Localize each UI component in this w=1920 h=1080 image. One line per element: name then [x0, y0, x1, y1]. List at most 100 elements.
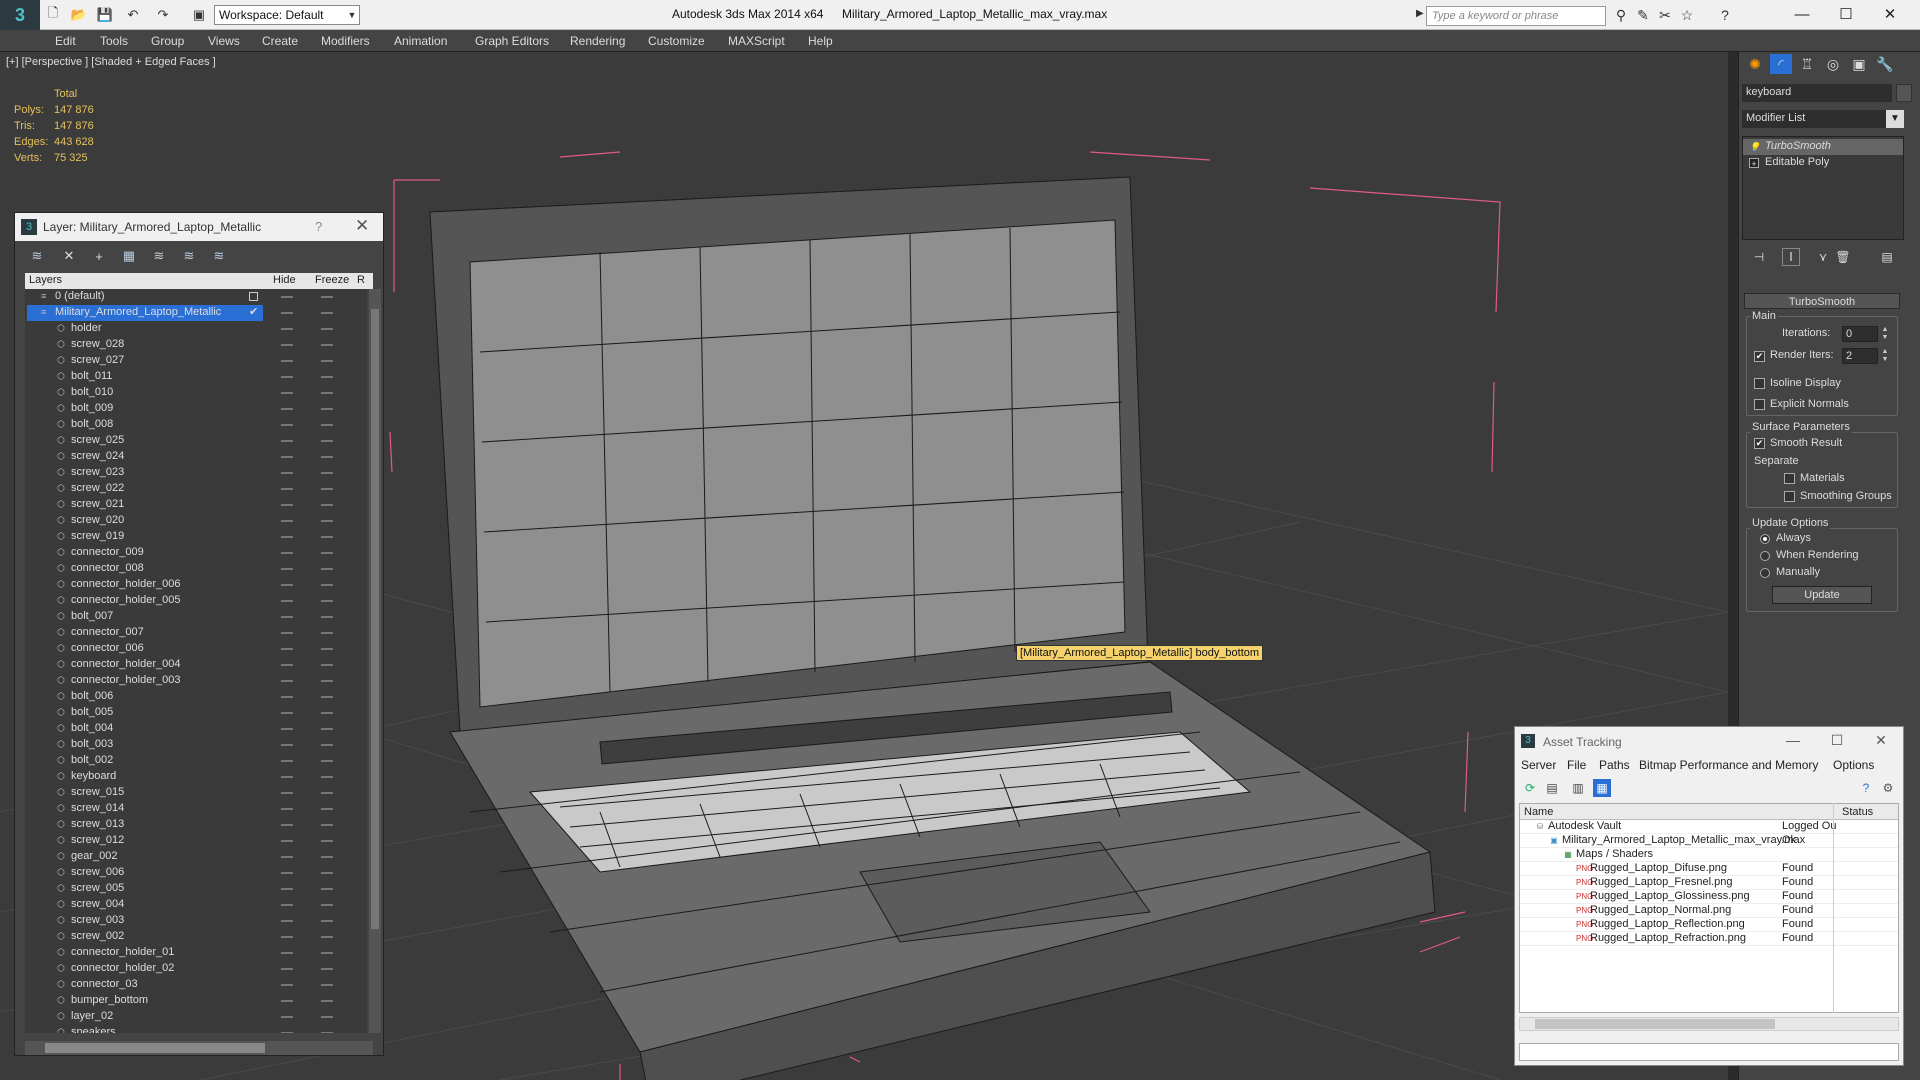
- hide-toggle[interactable]: [281, 1000, 293, 1002]
- always-radio[interactable]: [1760, 534, 1770, 544]
- minimize-button[interactable]: —: [1780, 2, 1824, 26]
- menu-rendering[interactable]: Rendering: [570, 34, 625, 48]
- object-row[interactable]: ⬡ screw_013: [25, 817, 365, 833]
- object-row[interactable]: ⬡ screw_006: [25, 865, 365, 881]
- help-icon[interactable]: ?: [315, 219, 322, 234]
- freeze-toggle[interactable]: [321, 312, 333, 314]
- asset-row[interactable]: PNG Rugged_Laptop_Normal.png Found: [1520, 904, 1898, 918]
- menu-maxscript[interactable]: MAXScript: [728, 34, 785, 48]
- object-row[interactable]: ⬡ screw_028: [25, 337, 365, 353]
- menu-animation[interactable]: Animation: [394, 34, 447, 48]
- hide-toggle[interactable]: [281, 520, 293, 522]
- menu-graph-editors[interactable]: Graph Editors: [475, 34, 549, 48]
- object-name-field[interactable]: keyboard: [1742, 84, 1892, 102]
- table-view-icon[interactable]: ▦: [1593, 779, 1611, 797]
- freeze-toggle[interactable]: [321, 1032, 333, 1033]
- column-name[interactable]: Name: [1524, 806, 1553, 818]
- freeze-toggle[interactable]: [321, 1016, 333, 1018]
- hide-toggle[interactable]: [281, 984, 293, 986]
- asset-row[interactable]: PNG Rugged_Laptop_Fresnel.png Found: [1520, 876, 1898, 890]
- utilities-tab-icon[interactable]: 🔧: [1874, 54, 1896, 74]
- minimize-button[interactable]: —: [1783, 732, 1803, 750]
- isoline-display-checkbox[interactable]: [1754, 378, 1765, 389]
- project-folder-icon[interactable]: ▣: [190, 6, 208, 24]
- object-row[interactable]: ⬡ bolt_003: [25, 737, 365, 753]
- display-tab-icon[interactable]: ▣: [1848, 54, 1870, 74]
- current-layer-checkbox[interactable]: [249, 292, 258, 301]
- close-icon[interactable]: ✕: [355, 216, 369, 236]
- object-row[interactable]: ⬡ connector_holder_006: [25, 577, 365, 593]
- add-to-layer-icon[interactable]: +: [89, 247, 109, 265]
- hide-toggle[interactable]: [281, 648, 293, 650]
- freeze-toggle[interactable]: [321, 824, 333, 826]
- hide-toggle[interactable]: [281, 888, 293, 890]
- hide-toggle[interactable]: [281, 872, 293, 874]
- object-row[interactable]: ⬡ connector_008: [25, 561, 365, 577]
- create-tab-icon[interactable]: ✺: [1744, 54, 1766, 74]
- freeze-toggle[interactable]: [321, 952, 333, 954]
- hide-toggle[interactable]: [281, 552, 293, 554]
- asset-row[interactable]: PNG Rugged_Laptop_Difuse.png Found: [1520, 862, 1898, 876]
- asset-row[interactable]: PNG Rugged_Laptop_Reflection.png Found: [1520, 918, 1898, 932]
- asset-menu-options[interactable]: Options: [1833, 758, 1874, 772]
- undo-icon[interactable]: ↶: [124, 6, 142, 24]
- asset-tracking-header[interactable]: 3 Asset Tracking — ☐ ✕: [1515, 727, 1903, 755]
- object-row[interactable]: ⬡ screw_003: [25, 913, 365, 929]
- object-row[interactable]: ⬡ connector_holder_003: [25, 673, 365, 689]
- hide-toggle[interactable]: [281, 696, 293, 698]
- remove-modifier-icon[interactable]: 🗑: [1834, 248, 1852, 266]
- object-row[interactable]: ⬡ bolt_010: [25, 385, 365, 401]
- 3dsmax-logo-icon[interactable]: 3: [0, 0, 40, 30]
- object-row[interactable]: ⬡ bolt_004: [25, 721, 365, 737]
- freeze-toggle[interactable]: [321, 504, 333, 506]
- checkmark-icon[interactable]: ✔: [249, 305, 258, 318]
- make-unique-icon[interactable]: ⋎: [1814, 248, 1832, 266]
- freeze-toggle[interactable]: [321, 328, 333, 330]
- turbosmooth-rollout-header[interactable]: TurboSmooth: [1744, 293, 1900, 309]
- layer-hscroll-thumb[interactable]: [45, 1043, 265, 1053]
- asset-menu-bitmap-performance[interactable]: Bitmap Performance and Memory: [1639, 758, 1818, 772]
- menu-group[interactable]: Group: [151, 34, 184, 48]
- help-icon[interactable]: ?: [1716, 6, 1734, 24]
- asset-row[interactable]: PNG Rugged_Laptop_Refraction.png Found: [1520, 932, 1898, 946]
- list-view-icon[interactable]: ▤: [1543, 779, 1561, 797]
- freeze-toggle[interactable]: [321, 760, 333, 762]
- object-row[interactable]: ⬡ connector_007: [25, 625, 365, 641]
- hide-toggle[interactable]: [281, 376, 293, 378]
- object-row[interactable]: ⬡ screw_027: [25, 353, 365, 369]
- hide-toggle[interactable]: [281, 760, 293, 762]
- hide-toggle[interactable]: [281, 424, 293, 426]
- lightbulb-icon[interactable]: 💡: [1749, 142, 1760, 152]
- hide-toggle[interactable]: [281, 392, 293, 394]
- open-file-icon[interactable]: 📂: [70, 6, 88, 24]
- pin-stack-icon[interactable]: ⊣: [1750, 248, 1768, 266]
- new-file-icon[interactable]: 🗋: [44, 5, 62, 24]
- freeze-toggle[interactable]: [321, 568, 333, 570]
- layer-row[interactable]: ≡ 0 (default): [25, 289, 365, 305]
- freeze-toggle[interactable]: [321, 440, 333, 442]
- object-row[interactable]: ⬡ connector_holder_005: [25, 593, 365, 609]
- favorites-star-icon[interactable]: ☆: [1678, 6, 1696, 24]
- materials-checkbox[interactable]: [1784, 473, 1795, 484]
- when-rendering-radio[interactable]: [1760, 551, 1770, 561]
- hide-toggle[interactable]: [281, 600, 293, 602]
- freeze-toggle[interactable]: [321, 1000, 333, 1002]
- object-row[interactable]: ⬡ bolt_011: [25, 369, 365, 385]
- delete-layer-icon[interactable]: ✕: [59, 247, 79, 265]
- select-objects-icon[interactable]: ▦: [119, 247, 139, 265]
- freeze-toggle[interactable]: [321, 648, 333, 650]
- freeze-toggle[interactable]: [321, 376, 333, 378]
- spinner-arrows-icon[interactable]: ▲ ▼: [1880, 326, 1890, 342]
- hide-toggle[interactable]: [281, 616, 293, 618]
- object-row[interactable]: ⬡ bolt_008: [25, 417, 365, 433]
- menu-create[interactable]: Create: [262, 34, 298, 48]
- freeze-toggle[interactable]: [321, 888, 333, 890]
- hide-toggle[interactable]: [281, 440, 293, 442]
- freeze-toggle[interactable]: [321, 744, 333, 746]
- freeze-toggle[interactable]: [321, 904, 333, 906]
- motion-tab-icon[interactable]: ◎: [1822, 54, 1844, 74]
- freeze-toggle[interactable]: [321, 920, 333, 922]
- object-row[interactable]: ⬡ bolt_005: [25, 705, 365, 721]
- hide-all-layers-icon[interactable]: ≋: [179, 247, 199, 265]
- hide-toggle[interactable]: [281, 584, 293, 586]
